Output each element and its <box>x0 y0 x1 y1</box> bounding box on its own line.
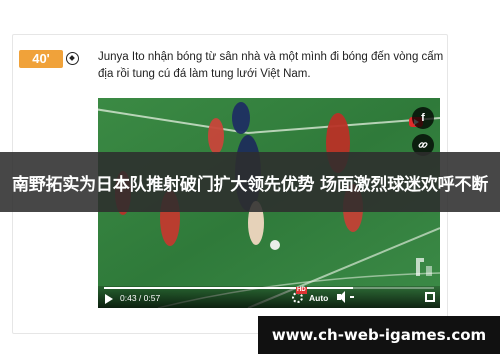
volume-icon[interactable] <box>337 291 345 303</box>
channel-watermark-icon <box>416 258 432 276</box>
video-controls: 0:43 / 0:57 HD Auto <box>98 286 440 308</box>
hd-badge: HD <box>296 287 307 294</box>
time-display: 0:43 / 0:57 <box>120 293 161 303</box>
site-banner: www.ch-web-igames.com <box>258 316 500 354</box>
play-icon[interactable] <box>105 294 113 304</box>
soccer-ball-icon <box>66 52 79 65</box>
site-url: www.ch-web-igames.com <box>271 326 487 344</box>
minute-badge: 40' <box>19 50 63 68</box>
share-facebook-button[interactable]: f <box>412 107 434 129</box>
headline-text: 南野拓实为日本队推射破门扩大领先优势 场面激烈球迷欢呼不断 <box>11 174 489 195</box>
event-description: Junya Ito nhận bóng từ sân nhà và một mì… <box>98 51 444 80</box>
progress-bar[interactable] <box>104 287 434 289</box>
volume-slider[interactable] <box>350 296 354 298</box>
quality-label[interactable]: Auto <box>309 293 328 303</box>
fullscreen-icon[interactable] <box>425 292 435 302</box>
link-icon <box>418 142 428 148</box>
headline-banner: 南野拓实为日本队推射破门扩大领先优势 场面激烈球迷欢呼不断 <box>0 152 500 212</box>
progress-fill <box>104 287 353 289</box>
